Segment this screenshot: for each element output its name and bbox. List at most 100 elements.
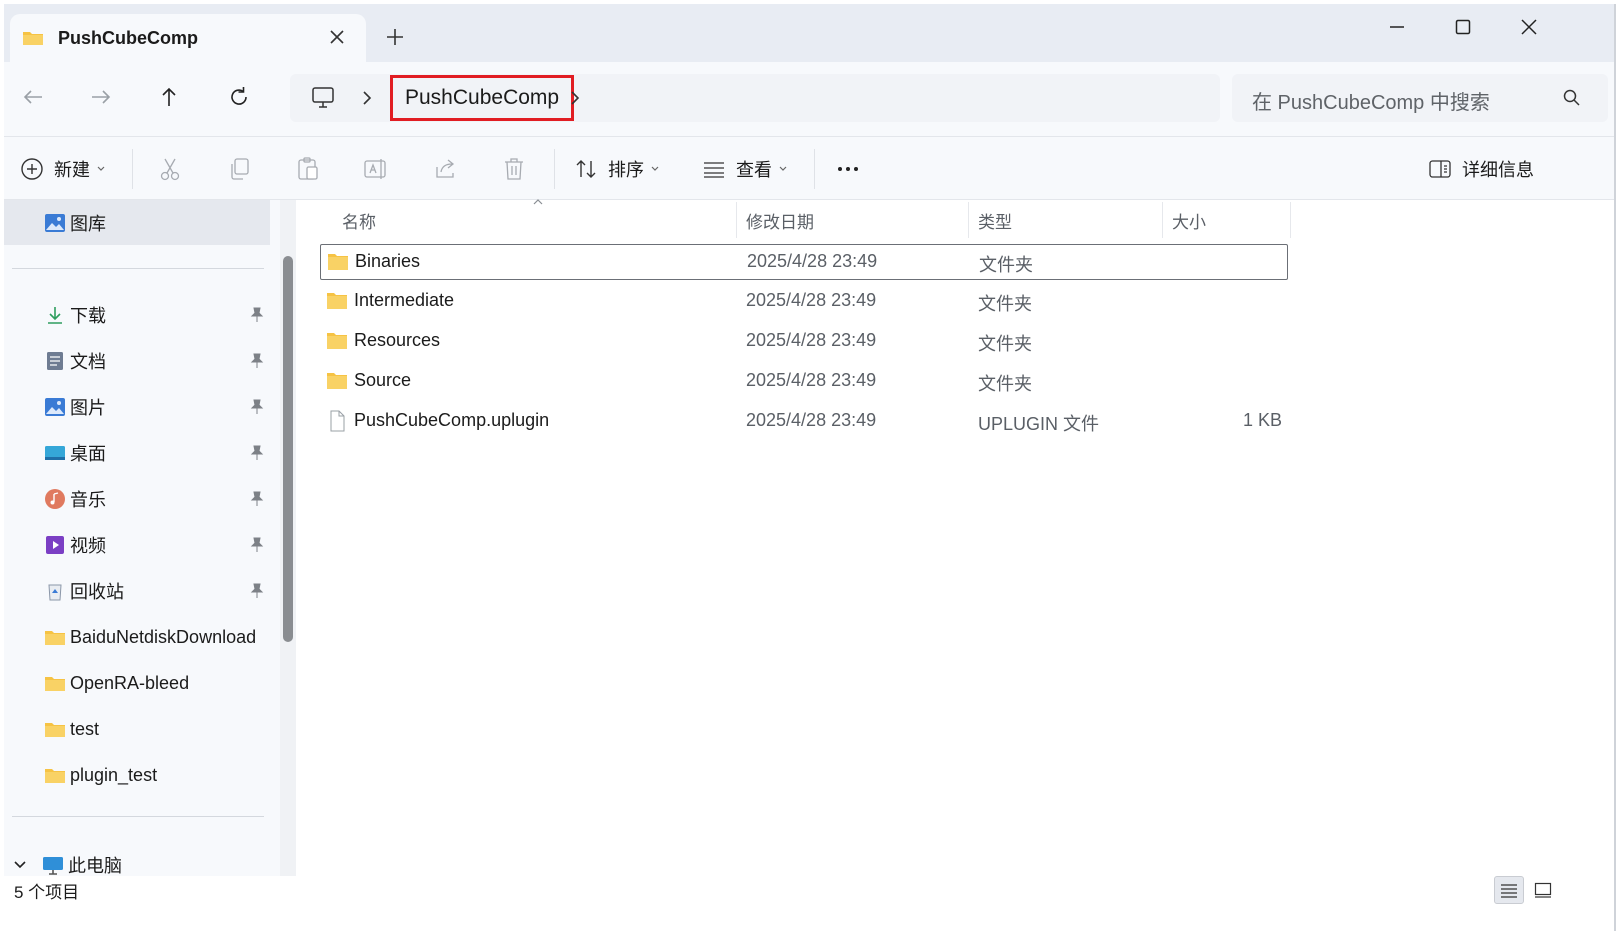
delete-icon[interactable]	[500, 155, 528, 183]
details-pane-button[interactable]: 详细信息	[1428, 155, 1534, 183]
rename-icon[interactable]	[362, 155, 390, 183]
tiles-view-button[interactable]	[1528, 876, 1558, 904]
copy-icon[interactable]	[226, 155, 254, 183]
cut-icon[interactable]	[156, 155, 184, 183]
column-divider[interactable]	[1162, 202, 1163, 238]
new-tab-icon[interactable]	[384, 26, 406, 48]
sort-button[interactable]: 排序	[574, 155, 660, 183]
sidebar-item-videos[interactable]: 视频	[44, 530, 270, 560]
column-header-size[interactable]: 大小	[1172, 208, 1206, 233]
back-icon[interactable]	[20, 84, 46, 110]
sidebar-item-label: 音乐	[70, 490, 106, 510]
column-divider[interactable]	[968, 202, 969, 238]
search-icon[interactable]	[1562, 88, 1582, 108]
sidebar-item-pictures[interactable]: 图片	[44, 392, 270, 422]
search-box[interactable]: 在 PushCubeComp 中搜索	[1232, 74, 1608, 122]
folder-icon	[327, 373, 347, 389]
this-pc-icon[interactable]	[310, 86, 336, 110]
file-name: Binaries	[355, 251, 421, 271]
chevron-down-icon	[97, 166, 105, 171]
paste-icon[interactable]	[294, 155, 322, 183]
close-tab-icon[interactable]	[326, 26, 348, 48]
breadcrumb-pushcubecomp[interactable]: PushCubeComp	[390, 75, 575, 121]
sidebar-scrollbar[interactable]	[280, 200, 296, 880]
column-header-name[interactable]: 名称	[342, 208, 376, 233]
close-window-icon[interactable]	[1516, 14, 1542, 40]
pin-icon	[250, 537, 264, 552]
up-icon[interactable]	[156, 84, 182, 110]
column-divider[interactable]	[736, 202, 737, 238]
file-name: Intermediate	[354, 290, 455, 310]
details-view-icon	[1501, 884, 1517, 898]
videos-icon	[46, 536, 64, 554]
sidebar-item-gallery[interactable]: 图库	[4, 200, 270, 245]
details-view-button[interactable]	[1494, 876, 1524, 904]
sidebar-item-label: 此电脑	[68, 856, 122, 876]
folder-icon	[328, 254, 348, 270]
search-input[interactable]: 在 PushCubeComp 中搜索	[1252, 86, 1490, 115]
sidebar-item-downloads[interactable]: 下载	[44, 300, 270, 330]
sidebar-item-baidunetdiskdownload[interactable]: BaiduNetdiskDownload	[44, 622, 270, 652]
pictures-icon	[45, 398, 65, 416]
file-row[interactable]: PushCubeComp.uplugin 2025/4/28 23:49 UPL…	[320, 404, 1288, 440]
tab-title: PushCubeComp	[58, 27, 199, 48]
separator	[132, 149, 133, 189]
more-options-icon[interactable]	[834, 155, 862, 183]
gallery-icon	[45, 213, 65, 232]
sidebar-item-recycle-bin[interactable]: 回收站	[44, 576, 270, 606]
chevron-right-icon[interactable]	[568, 89, 582, 107]
recycle-bin-icon	[48, 584, 62, 601]
pin-icon	[250, 491, 264, 506]
sidebar-item-openra-bleed[interactable]: OpenRA-bleed	[44, 668, 270, 698]
file-list: 名称 修改日期 类型 大小 Binaries 2025/4/28 23:49 文…	[296, 199, 1616, 880]
file-type: 文件夹	[978, 334, 1032, 354]
folder-icon	[45, 723, 65, 737]
forward-icon[interactable]	[88, 84, 114, 110]
sidebar-item-label: plugin_test	[70, 764, 158, 785]
column-header-modified[interactable]: 修改日期	[746, 208, 814, 233]
status-bar: 5 个项目	[4, 876, 1616, 906]
file-row[interactable]: Intermediate 2025/4/28 23:49 文件夹	[320, 284, 1288, 320]
folder-icon	[45, 677, 65, 691]
sidebar-item-label: OpenRA-bleed	[70, 672, 190, 693]
sidebar-item-desktop[interactable]: 桌面	[44, 438, 270, 468]
folder-icon	[45, 769, 65, 783]
sidebar-item-test[interactable]: test	[44, 714, 270, 744]
file-modified: 2025/4/28 23:49	[746, 370, 877, 390]
file-name: Resources	[354, 330, 441, 350]
maximize-icon[interactable]	[1450, 14, 1476, 40]
plus-circle-icon	[21, 158, 43, 180]
pin-icon	[250, 353, 264, 368]
item-count: 5 个项目	[14, 883, 80, 902]
file-icon	[330, 410, 345, 432]
divider	[12, 816, 264, 817]
details-pane-icon	[1429, 160, 1451, 178]
tab-pushcubecomp[interactable]: PushCubeComp	[10, 14, 366, 62]
sidebar-item-music[interactable]: 音乐	[44, 484, 270, 514]
navigation-bar: PushCubeComp 在 PushCubeComp 中搜索	[4, 62, 1616, 136]
minimize-icon[interactable]	[1384, 14, 1410, 40]
chevron-down-icon	[779, 166, 787, 171]
file-name: PushCubeComp.uplugin	[354, 410, 550, 430]
new-button[interactable]: 新建	[20, 155, 106, 183]
refresh-icon[interactable]	[226, 84, 252, 110]
sort-ascending-icon	[533, 199, 543, 205]
column-header-type[interactable]: 类型	[978, 208, 1012, 233]
scrollbar-thumb[interactable]	[283, 256, 293, 642]
sidebar-item-documents[interactable]: 文档	[44, 346, 270, 376]
separator	[554, 149, 555, 189]
sidebar-item-plugin-test[interactable]: plugin_test	[44, 760, 270, 790]
tiles-view-icon	[1534, 882, 1552, 898]
address-bar[interactable]: PushCubeComp	[290, 74, 1220, 122]
chevron-down-icon[interactable]	[12, 857, 28, 873]
file-row[interactable]: Resources 2025/4/28 23:49 文件夹	[320, 324, 1288, 360]
column-divider[interactable]	[1290, 202, 1291, 238]
file-row[interactable]: Binaries 2025/4/28 23:49 文件夹	[320, 244, 1288, 280]
chevron-right-icon[interactable]	[360, 89, 374, 107]
file-type: 文件夹	[978, 374, 1032, 394]
view-button[interactable]: 查看	[702, 155, 788, 183]
share-icon[interactable]	[432, 155, 460, 183]
sidebar-item-label: 桌面	[70, 444, 106, 464]
new-label: 新建	[54, 160, 90, 180]
file-row[interactable]: Source 2025/4/28 23:49 文件夹	[320, 364, 1288, 400]
